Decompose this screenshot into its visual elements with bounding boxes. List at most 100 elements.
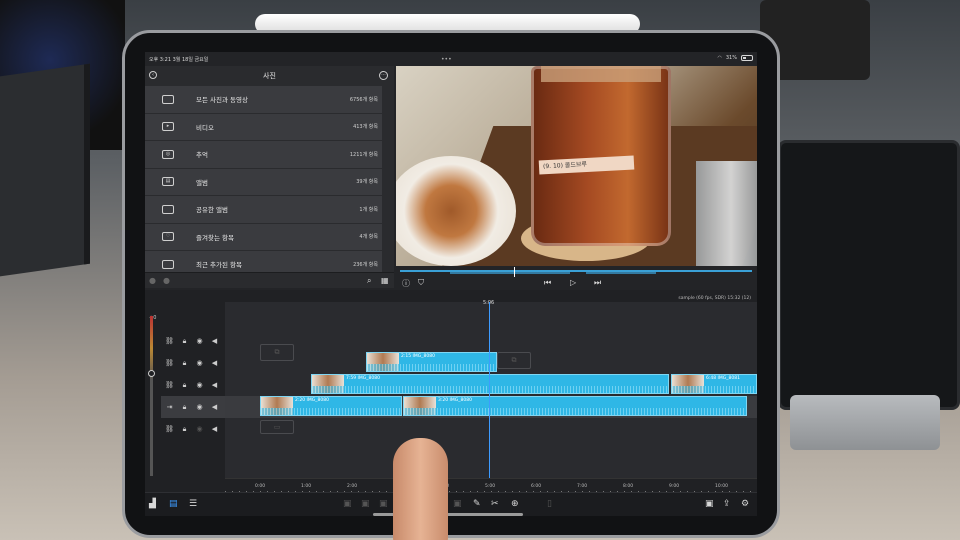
video-clip[interactable]: 7:59 IMG_8080 <box>311 374 669 394</box>
link-icon[interactable]: ⛓ <box>165 425 174 433</box>
album-row[interactable]: 모든 사진과 동영상 6756개 항목 <box>145 86 382 114</box>
clip-label: 3:20 IMG_8080 <box>438 398 472 403</box>
ruler-label: 7:00 <box>577 484 588 489</box>
album-row[interactable]: ▤ 앨범 39개 항목 <box>145 168 382 196</box>
clip-label: 2:15 IMG_8080 <box>401 354 435 359</box>
skip-forward-icon[interactable]: ⏭ <box>594 278 601 288</box>
import-icon[interactable]: ● <box>149 276 156 285</box>
background-monitor <box>0 63 90 277</box>
album-count: 413개 항목 <box>353 124 378 131</box>
photo-disabled-icon[interactable]: ▣ <box>343 499 352 509</box>
edit-icon[interactable]: ✎ <box>473 499 481 509</box>
multitask-dots-icon[interactable]: ••• <box>441 56 452 63</box>
media-library-icon[interactable]: ▟ <box>149 499 156 509</box>
skip-back-icon[interactable]: ⏮ <box>544 278 551 288</box>
lock-icon[interactable]: 🔒︎ <box>180 359 189 368</box>
video-clip[interactable]: 3:20 IMG_8080 <box>403 396 747 416</box>
video-clip[interactable]: 2:15 IMG_8080 <box>366 352 497 372</box>
background-stand <box>790 395 940 450</box>
photos-browser: ‹ 사진 ··· 모든 사진과 동영상 6756개 항목 ▸ 비디오 413개 … <box>145 66 394 288</box>
status-time: 오후 3:21 <box>149 56 172 63</box>
speaker-icon[interactable]: ◀ <box>210 359 219 367</box>
album-name: 비디오 <box>196 123 214 132</box>
timeline-tracks[interactable]: ⧉ ⧉ ▭ 2:15 IMG_8080 7:59 IMG_8080 6:48 I… <box>225 302 757 478</box>
info-small-icon[interactable]: ● <box>163 276 170 285</box>
more-options-icon[interactable]: ··· <box>379 71 388 80</box>
empty-clip-slot[interactable]: ⧉ <box>497 352 531 369</box>
ruler-label: 10:00 <box>715 484 728 489</box>
clip-label: 7:59 IMG_8080 <box>346 376 380 381</box>
eye-icon[interactable]: ◉ <box>195 381 204 389</box>
play-icon[interactable]: ▷ <box>570 278 576 287</box>
scissors-icon[interactable]: ✂ <box>491 499 499 509</box>
split-disabled-icon[interactable]: ▣ <box>453 499 462 509</box>
eye-icon[interactable]: ◉ <box>195 403 204 411</box>
project-meta: sample (60 fps, SDR) 15:32 (12) <box>678 296 751 301</box>
ipad-screen: 오후 3:21 3월 18일 금요일 ••• ◠ 31% ‹ 사진 ··· 모든… <box>145 52 757 516</box>
photos-back-icon[interactable]: ‹ <box>149 71 157 79</box>
photos-header: ‹ 사진 ··· <box>145 66 394 86</box>
inspector-icon[interactable]: ☰ <box>189 499 197 509</box>
eye-icon[interactable]: ◉ <box>195 359 204 367</box>
add-icon[interactable]: ⊕ <box>511 499 519 509</box>
grid-view-icon[interactable]: ▦ <box>381 276 389 285</box>
settings-gear-icon[interactable]: ⚙ <box>741 499 749 509</box>
ruler-label: 1:00 <box>301 484 312 489</box>
lock-icon[interactable]: 🔒︎ <box>180 381 189 390</box>
eye-icon[interactable]: ◉ <box>195 337 204 345</box>
scrub-head[interactable] <box>514 267 515 277</box>
album-name: 공유한 앨범 <box>196 206 228 215</box>
shared-folder-icon <box>162 204 174 214</box>
link-icon[interactable]: ⛓ <box>165 359 174 367</box>
album-row[interactable]: ◎ 추억 1211개 항목 <box>145 141 382 169</box>
photos-title: 사진 <box>263 72 276 80</box>
delete-disabled-icon[interactable]: ▯ <box>547 499 552 509</box>
status-date: 3월 18일 금요일 <box>172 56 209 63</box>
lock-icon[interactable]: 🔒︎ <box>180 425 189 434</box>
album-row[interactable]: ♡ 즐겨찾는 항목 4개 항목 <box>145 223 382 251</box>
playhead[interactable] <box>489 302 490 492</box>
album-stack-icon: ▤ <box>162 177 174 187</box>
background-tablet <box>778 140 960 410</box>
video-camera-icon: ▸ <box>162 122 174 132</box>
timeline-panel: sample (60 fps, SDR) 15:32 (12) +0 ⛓ 🔒︎ ◉ ◀… <box>145 290 757 516</box>
album-count: 6756개 항목 <box>349 96 378 103</box>
wifi-icon: ◠ <box>717 55 722 61</box>
link-icon[interactable]: ⛓ <box>165 337 174 345</box>
export-frame-icon[interactable]: ▣ <box>705 499 714 509</box>
photo-library-icon <box>162 94 174 104</box>
search-icon[interactable]: ⌕ <box>367 276 371 286</box>
album-count: 236개 항목 <box>353 261 378 268</box>
scrub-segment <box>586 272 656 274</box>
speaker-icon[interactable]: ◀ <box>210 337 219 345</box>
marker-icon[interactable]: ⛉ <box>418 278 424 288</box>
album-count: 4개 항목 <box>359 234 378 241</box>
lock-icon[interactable]: 🔒︎ <box>180 337 189 346</box>
audio-disabled-icon[interactable]: ▣ <box>361 499 370 509</box>
eye-icon[interactable]: ◉ <box>195 425 204 433</box>
main-track-icon[interactable]: ⇥ <box>165 403 174 411</box>
photos-footer: ● ● ⌕ ▦ <box>145 272 394 288</box>
share-icon[interactable]: ⇪ <box>723 499 731 509</box>
timeline-view-icon[interactable]: ▤ <box>169 499 178 509</box>
speaker-icon[interactable]: ◀ <box>210 381 219 389</box>
video-preview[interactable]: (9. 10) 콜드브루 <box>396 66 757 266</box>
album-row[interactable]: 공유한 앨범 1개 항목 <box>145 196 382 224</box>
album-row[interactable]: ▸ 비디오 413개 항목 <box>145 113 382 141</box>
memories-icon: ◎ <box>162 149 174 159</box>
info-icon[interactable]: ⓘ <box>402 278 410 289</box>
track-control-row-active: ⇥ 🔒︎ ◉ ◀ <box>161 396 225 418</box>
empty-audio-slot[interactable]: ▭ <box>260 420 294 434</box>
empty-clip-slot[interactable]: ⧉ <box>260 344 294 361</box>
speaker-icon[interactable]: ◀ <box>210 425 219 433</box>
time-ruler[interactable]: 0:00 1:00 2:00 3:00 4:00 5:00 6:00 7:00 … <box>225 478 757 492</box>
link-icon[interactable]: ⛓ <box>165 381 174 389</box>
video-clip[interactable]: 2:20 IMG_8080 <box>260 396 402 416</box>
status-right: ◠ 31% <box>717 55 753 61</box>
album-list: 모든 사진과 동영상 6756개 항목 ▸ 비디오 413개 항목 ◎ 추억 1… <box>145 86 394 279</box>
video-clip[interactable]: 6:48 IMG_8081 <box>671 374 757 394</box>
text-disabled-icon[interactable]: ▣ <box>379 499 388 509</box>
volume-knob[interactable] <box>148 370 155 377</box>
lock-icon[interactable]: 🔒︎ <box>180 403 189 412</box>
speaker-icon[interactable]: ◀ <box>210 403 219 411</box>
